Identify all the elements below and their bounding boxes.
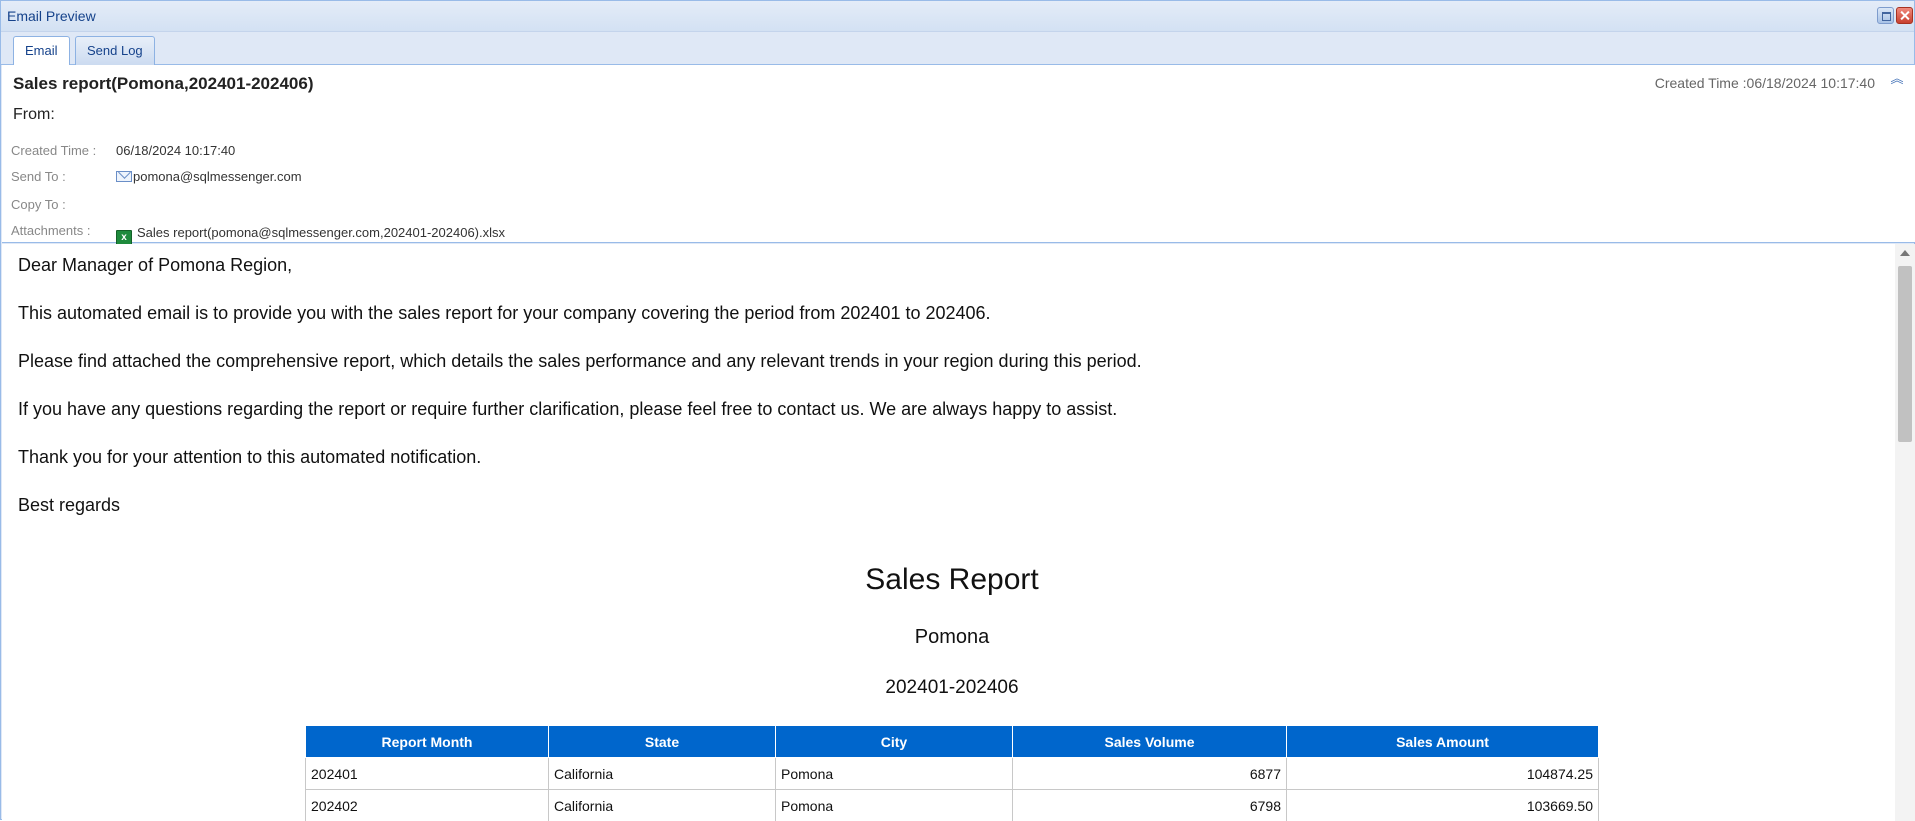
table-row: 202401 California Pomona 6877 104874.25 <box>306 758 1599 790</box>
state-cell: California <box>549 758 776 790</box>
greeting-text: Dear Manager of Pomona Region, <box>18 255 292 276</box>
email-header: Sales report(Pomona,202401-202406) Creat… <box>2 65 1915 243</box>
attachment-link[interactable]: xSales report(pomona@sqlmessenger.com,20… <box>116 225 505 246</box>
signoff-text: Best regards <box>18 495 120 516</box>
from-label: From: <box>13 106 55 124</box>
email-preview-window: Email Preview Email Send Log Sales repor… <box>0 0 1915 820</box>
created-time-value: 06/18/2024 10:17:40 <box>116 143 235 158</box>
tab-email[interactable]: Email <box>13 36 70 67</box>
report-month-cell: 202402 <box>306 790 549 821</box>
created-time-label: Created Time : <box>11 143 96 158</box>
send-to-recipient[interactable]: pomona@sqlmessenger.com <box>116 169 302 184</box>
table-header-row: Report Month State City Sales Volume Sal… <box>306 726 1599 758</box>
report-title: Sales Report <box>2 563 1895 597</box>
copy-to-label: Copy To : <box>11 197 66 212</box>
report-region: Pomona <box>2 626 1895 649</box>
city-cell: Pomona <box>776 790 1013 821</box>
created-time-summary: Created Time :06/18/2024 10:17:40 <box>1655 75 1875 91</box>
email-subject: Sales report(Pomona,202401-202406) <box>13 74 314 94</box>
report-month-cell: 202401 <box>306 758 549 790</box>
close-icon[interactable] <box>1896 7 1913 24</box>
email-body-content: Dear Manager of Pomona Region, This auto… <box>2 244 1895 821</box>
body-paragraph-4: Thank you for your attention to this aut… <box>18 447 481 468</box>
email-body: Dear Manager of Pomona Region, This auto… <box>2 244 1915 821</box>
column-header: City <box>776 726 1013 758</box>
column-header: Sales Volume <box>1013 726 1287 758</box>
tab-strip: Email Send Log <box>1 31 1914 65</box>
sales-volume-cell: 6877 <box>1013 758 1287 790</box>
window-title: Email Preview <box>7 8 96 24</box>
title-bar: Email Preview <box>1 1 1914 31</box>
sales-volume-cell: 6798 <box>1013 790 1287 821</box>
sales-amount-cell: 103669.50 <box>1287 790 1599 821</box>
scrollbar-thumb[interactable] <box>1898 266 1912 442</box>
vertical-scrollbar[interactable] <box>1895 244 1915 821</box>
column-header: Sales Amount <box>1287 726 1599 758</box>
collapse-header-icon[interactable]: ︽ <box>1889 75 1905 91</box>
tab-send-log[interactable]: Send Log <box>75 36 155 66</box>
state-cell: California <box>549 790 776 821</box>
restore-icon[interactable] <box>1877 7 1894 24</box>
column-header: Report Month <box>306 726 549 758</box>
column-header: State <box>549 726 776 758</box>
send-to-address[interactable]: pomona@sqlmessenger.com <box>133 169 302 184</box>
mail-icon <box>116 171 132 182</box>
attachment-name[interactable]: Sales report(pomona@sqlmessenger.com,202… <box>137 225 505 240</box>
send-to-label: Send To : <box>11 169 66 184</box>
sales-report-table: Report Month State City Sales Volume Sal… <box>305 725 1599 821</box>
scroll-up-icon[interactable] <box>1900 250 1910 256</box>
table-row: 202402 California Pomona 6798 103669.50 <box>306 790 1599 821</box>
body-paragraph-1: This automated email is to provide you w… <box>18 303 991 324</box>
body-paragraph-3: If you have any questions regarding the … <box>18 399 1117 420</box>
body-paragraph-2: Please find attached the comprehensive r… <box>18 351 1142 372</box>
sales-amount-cell: 104874.25 <box>1287 758 1599 790</box>
attachments-label: Attachments : <box>11 223 90 238</box>
city-cell: Pomona <box>776 758 1013 790</box>
report-period: 202401-202406 <box>2 677 1895 699</box>
